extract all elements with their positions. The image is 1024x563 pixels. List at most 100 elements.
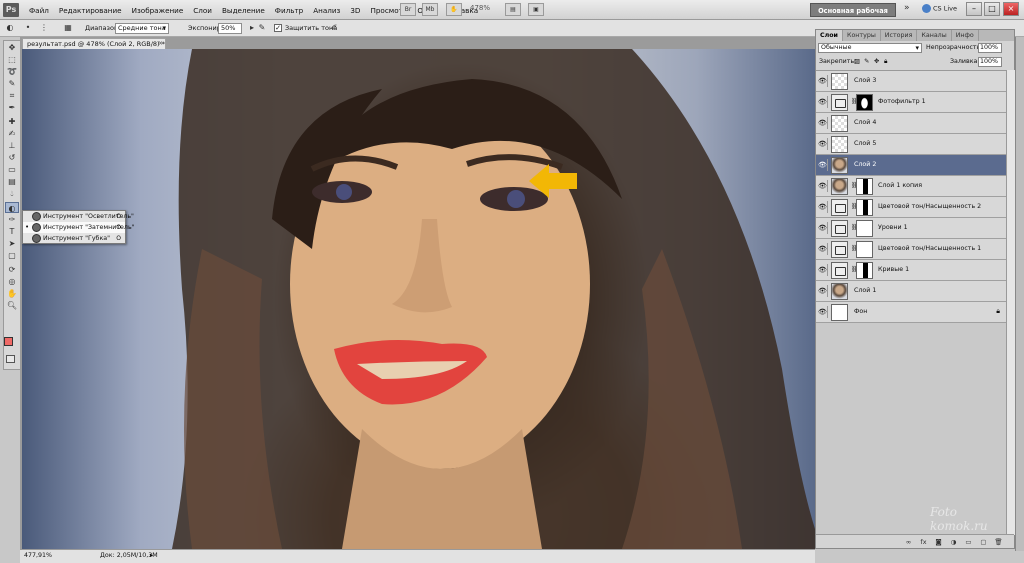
zoom-icon[interactable]: 🔍︎ bbox=[5, 300, 19, 311]
zoom-level[interactable]: 478% bbox=[470, 4, 490, 12]
marquee-icon[interactable]: ⬚ bbox=[5, 54, 19, 65]
layer-mask-thumbnail[interactable] bbox=[856, 220, 873, 237]
layer-row[interactable]: 👁︎ ⛓ Цветовой тон/Насыщенность 2 bbox=[816, 197, 1006, 218]
arrange-docs-icon[interactable]: ▤ bbox=[505, 3, 521, 16]
eraser-icon[interactable]: ▭ bbox=[5, 164, 19, 175]
path-select-icon[interactable]: ➤ bbox=[5, 238, 19, 249]
layer-row[interactable]: 👁︎ ⛓ Слой 1 копия bbox=[816, 176, 1006, 197]
foreground-color-swatch[interactable] bbox=[4, 337, 13, 346]
layer-row[interactable]: 👁︎ Слой 3 bbox=[816, 71, 1006, 92]
lock-transparent-icon[interactable]: ▨ bbox=[854, 58, 860, 65]
layer-mask-thumbnail[interactable] bbox=[856, 178, 873, 195]
clone-stamp-icon[interactable]: ⊥ bbox=[5, 140, 19, 151]
visibility-eye-icon[interactable]: 👁︎ bbox=[818, 75, 828, 87]
visibility-eye-icon[interactable]: 👁︎ bbox=[818, 138, 828, 150]
move-icon[interactable]: ✥ bbox=[5, 42, 19, 53]
visibility-eye-icon[interactable]: 👁︎ bbox=[818, 222, 828, 234]
menu-item[interactable]: Изображение bbox=[127, 6, 189, 15]
visibility-eye-icon[interactable]: 👁︎ bbox=[818, 159, 828, 171]
panel-tab[interactable]: Каналы bbox=[917, 30, 952, 41]
minimize-button[interactable]: – bbox=[966, 2, 982, 16]
shape-icon[interactable]: ▢ bbox=[5, 250, 19, 261]
brush-panel-icon[interactable]: ▦ bbox=[62, 23, 74, 34]
layer-row[interactable]: 👁︎ Слой 2 bbox=[816, 155, 1006, 176]
status-menu-icon[interactable]: ▸ bbox=[150, 550, 153, 562]
visibility-eye-icon[interactable]: 👁︎ bbox=[818, 180, 828, 192]
blend-mode-select[interactable]: Обычные bbox=[818, 43, 922, 53]
quick-mask-icon[interactable] bbox=[6, 355, 15, 363]
brush-icon[interactable]: ✍ bbox=[5, 128, 19, 139]
visibility-eye-icon[interactable]: 👁︎ bbox=[818, 285, 828, 297]
range-select[interactable]: Средние тона bbox=[115, 23, 169, 34]
menu-item[interactable]: Файл bbox=[24, 6, 54, 15]
hand-icon[interactable]: ✋ bbox=[5, 288, 19, 299]
layer-style-icon[interactable]: fx bbox=[919, 538, 928, 546]
healing-icon[interactable]: ✚ bbox=[5, 116, 19, 127]
layer-mask-thumbnail[interactable] bbox=[856, 199, 873, 216]
pressure-icon[interactable]: ✐ bbox=[328, 23, 340, 34]
layers-scrollbar[interactable] bbox=[1006, 70, 1015, 535]
menu-item[interactable]: Анализ bbox=[308, 6, 345, 15]
flyout-item[interactable]: Инструмент "Осветлитель" O bbox=[23, 211, 134, 222]
lock-position-icon[interactable]: ✥ bbox=[874, 58, 879, 65]
menu-item[interactable]: Выделение bbox=[217, 6, 270, 15]
workspace-button[interactable]: Основная рабочая среда bbox=[810, 3, 896, 29]
exposure-input[interactable]: 50% bbox=[218, 23, 242, 34]
crop-icon[interactable]: ⌗ bbox=[5, 90, 19, 101]
eyedropper-icon[interactable]: ✒ bbox=[5, 102, 19, 113]
menu-item[interactable]: 3D bbox=[345, 6, 365, 15]
visibility-eye-icon[interactable]: 👁︎ bbox=[818, 243, 828, 255]
fill-input[interactable]: 100% bbox=[978, 57, 1002, 67]
protect-tones-checkbox[interactable]: ✓ bbox=[274, 24, 282, 32]
maximize-button[interactable]: □ bbox=[984, 2, 1000, 16]
3d-rotate-icon[interactable]: ⟳ bbox=[5, 264, 19, 275]
image-canvas[interactable] bbox=[22, 49, 815, 549]
document-tab[interactable]: результат.psd @ 478% (Слой 2, RGB/8) * × bbox=[22, 38, 166, 49]
layer-row[interactable]: 👁︎ ⛓ Цветовой тон/Насыщенность 1 bbox=[816, 239, 1006, 260]
menu-item[interactable]: Слои bbox=[188, 6, 217, 15]
quick-select-icon[interactable]: ✎ bbox=[5, 78, 19, 89]
brush-preset-icon[interactable]: • bbox=[22, 23, 34, 34]
airbrush-icon[interactable]: ✎ bbox=[256, 23, 268, 34]
lock-all-icon[interactable]: 🔒︎ bbox=[884, 58, 887, 66]
layer-row[interactable]: 👁︎ ⛓ Уровни 1 bbox=[816, 218, 1006, 239]
pen-icon[interactable]: ✑ bbox=[5, 214, 19, 225]
cs-live-button[interactable]: CS Live bbox=[922, 4, 957, 13]
flyout-item[interactable]: Инструмент "Губка" O bbox=[23, 233, 125, 244]
screen-mode-icon[interactable]: ▣ bbox=[528, 3, 544, 16]
3d-orbit-icon[interactable]: ◎ bbox=[5, 276, 19, 287]
more-workspaces-icon[interactable]: » bbox=[904, 3, 910, 13]
hand-tool-icon[interactable]: ✋ bbox=[446, 3, 462, 16]
layer-row[interactable]: 👁︎ ⛓ Фотофильтр 1 bbox=[816, 92, 1006, 113]
brush-size-icon[interactable]: ⋮ bbox=[38, 23, 50, 34]
close-tab-icon[interactable]: × bbox=[158, 39, 163, 49]
panel-tab[interactable]: Контуры bbox=[843, 30, 881, 41]
visibility-eye-icon[interactable]: 👁︎ bbox=[818, 201, 828, 213]
link-layers-icon[interactable]: ∞ bbox=[904, 538, 913, 546]
layer-mask-thumbnail[interactable] bbox=[856, 94, 873, 111]
layer-row[interactable]: 👁︎ ⛓ Кривые 1 bbox=[816, 260, 1006, 281]
flyout-item[interactable]: • Инструмент "Затемнитель" O bbox=[23, 222, 135, 233]
bridge-icon[interactable]: Br bbox=[400, 3, 416, 16]
type-icon[interactable]: T bbox=[5, 226, 19, 237]
layer-mask-thumbnail[interactable] bbox=[856, 262, 873, 279]
layer-row[interactable]: 👁︎ Слой 4 bbox=[816, 113, 1006, 134]
visibility-eye-icon[interactable]: 👁︎ bbox=[818, 264, 828, 276]
layer-row[interactable]: 👁︎ Фон 🔒︎ bbox=[816, 302, 1006, 323]
visibility-eye-icon[interactable]: 👁︎ bbox=[818, 306, 828, 318]
dodge-icon[interactable]: ◐ bbox=[5, 202, 19, 213]
close-button[interactable]: × bbox=[1003, 2, 1019, 16]
minibridge-icon[interactable]: Mb bbox=[422, 3, 438, 16]
panel-tab[interactable]: Инфо bbox=[952, 30, 979, 41]
menu-item[interactable]: Редактирование bbox=[54, 6, 127, 15]
layer-mask-thumbnail[interactable] bbox=[856, 241, 873, 258]
opacity-input[interactable]: 100% bbox=[978, 43, 1002, 53]
lock-pixels-icon[interactable]: ✎ bbox=[864, 58, 869, 65]
lasso-icon[interactable]: ➰ bbox=[5, 66, 19, 77]
menu-item[interactable]: Фильтр bbox=[270, 6, 308, 15]
dodge-tool-preset-icon[interactable]: ◐ bbox=[4, 23, 16, 34]
gradient-icon[interactable]: ▤ bbox=[5, 176, 19, 187]
layer-row[interactable]: 👁︎ Слой 1 bbox=[816, 281, 1006, 302]
panel-tab[interactable]: История bbox=[881, 30, 918, 41]
blur-icon[interactable]: 💧︎ bbox=[5, 188, 19, 199]
